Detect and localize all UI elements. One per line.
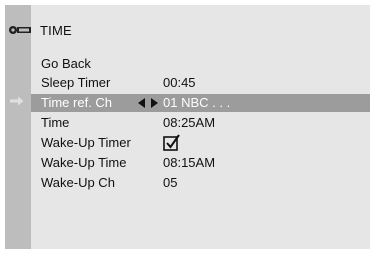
menu-item-label: Go Back	[41, 56, 91, 71]
menu-left-rail	[5, 5, 31, 249]
time-value: 08:25AM	[163, 115, 216, 130]
menu-item-label: Wake-Up Timer	[41, 135, 131, 150]
menu-item-time-ref-ch[interactable]: Time ref. Ch 01 NBC . . .	[31, 94, 370, 112]
time-ref-ch-value: 01 NBC . . .	[163, 95, 231, 110]
menu-item-time[interactable]: Time 08:25AM	[31, 114, 370, 132]
sleep-timer-value: 00:45	[163, 75, 196, 90]
menu-item-wake-up-time[interactable]: Wake-Up Time 08:15AM	[31, 154, 370, 172]
key-icon	[9, 26, 31, 34]
menu-item-label: Time	[41, 115, 70, 130]
left-right-arrows-icon[interactable]	[138, 98, 158, 108]
menu-item-wake-up-ch[interactable]: Wake-Up Ch 05	[31, 174, 370, 192]
wake-up-time-value: 08:15AM	[163, 155, 216, 170]
wake-up-ch-value: 05	[163, 175, 178, 190]
menu-item-label: Wake-Up Time	[41, 155, 127, 170]
menu-item-sleep-timer[interactable]: Sleep Timer 00:45	[31, 74, 370, 92]
arrow-right-icon	[10, 96, 24, 106]
menu-item-go-back[interactable]: Go Back	[31, 55, 370, 73]
menu-item-label: Sleep Timer	[41, 75, 111, 90]
menu-title: TIME	[40, 23, 72, 38]
menu-item-wake-up-timer[interactable]: Wake-Up Timer	[31, 134, 370, 152]
menu-item-label: Time ref. Ch	[41, 95, 113, 110]
menu-item-label: Wake-Up Ch	[41, 175, 115, 190]
checkbox-checked-icon[interactable]	[163, 134, 181, 151]
